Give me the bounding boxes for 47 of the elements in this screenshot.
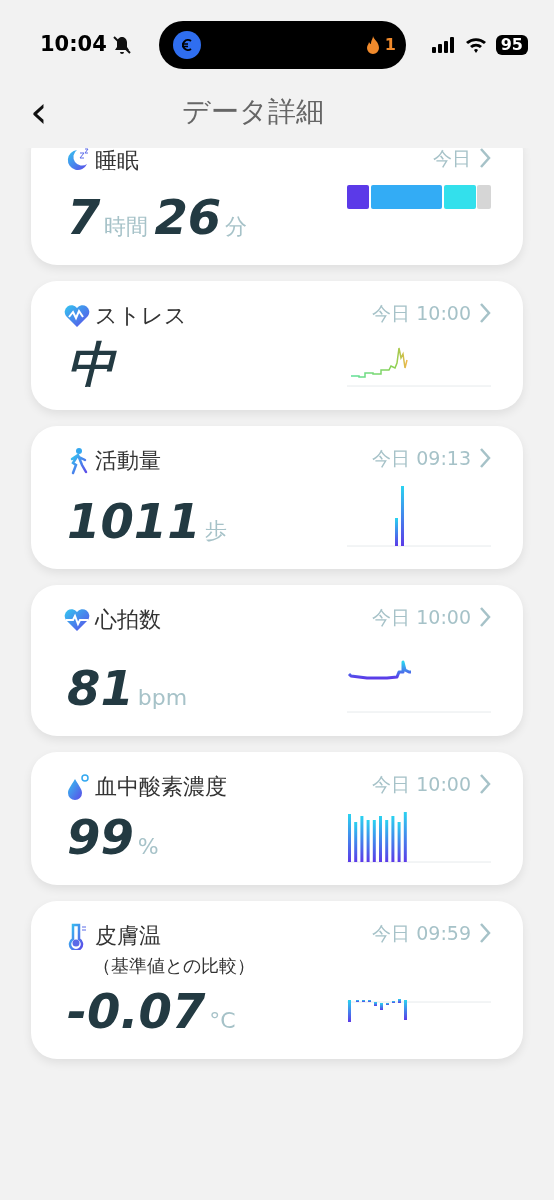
signal-icon xyxy=(431,37,456,53)
chevron-right-icon xyxy=(479,773,491,796)
metric-time: 今日 09:13 xyxy=(372,446,471,471)
metric-card[interactable]: 血中酸素濃度 今日 10:00 99% xyxy=(31,752,523,885)
metric-card[interactable]: 皮膚温 今日 09:59 （基準値との比較） -0.07°C xyxy=(31,901,523,1059)
metric-unit: % xyxy=(137,833,159,861)
metric-value: 中 xyxy=(67,340,115,388)
metric-value: 81 xyxy=(67,664,134,712)
metric-value: 7 xyxy=(67,193,101,241)
metric-time: 今日 09:59 xyxy=(372,921,471,946)
metric-time: 今日 xyxy=(433,148,471,171)
metric-title: ストレス xyxy=(95,302,187,330)
muted-bell-icon xyxy=(110,34,133,56)
metric-value: 99 xyxy=(67,813,134,861)
back-button[interactable]: ‹ xyxy=(24,90,54,134)
clock-time: 10:04 xyxy=(40,31,107,59)
metric-title: 睡眠 xyxy=(95,148,139,175)
metric-time: 今日 10:00 xyxy=(372,605,471,630)
metric-card[interactable]: 睡眠 今日 7時間 26 分 xyxy=(31,148,523,265)
chevron-right-icon xyxy=(479,447,491,470)
metric-unit: 時間 xyxy=(104,213,149,241)
streak-count: 1 xyxy=(384,34,396,56)
metric-time: 今日 10:00 xyxy=(372,301,471,326)
metric-unit: 歩 xyxy=(204,517,227,545)
flame-icon xyxy=(364,35,381,55)
metric-card[interactable]: 活動量 今日 09:13 1011 歩 xyxy=(31,426,523,569)
metric-title: 活動量 xyxy=(95,447,161,475)
metric-value: 26 xyxy=(154,193,222,241)
metric-title: 心拍数 xyxy=(95,606,161,634)
metric-value: 1011 xyxy=(67,497,201,545)
chevron-right-icon xyxy=(479,922,491,945)
metric-subtitle: （基準値との比較） xyxy=(93,954,256,978)
chevron-right-icon xyxy=(479,606,491,629)
euro-sign-icon xyxy=(179,38,194,52)
chevron-right-icon xyxy=(479,302,491,325)
metric-title: 血中酸素濃度 xyxy=(95,773,227,801)
metric-card[interactable]: ストレス 今日 10:00 中 xyxy=(31,281,523,410)
metric-unit: °C xyxy=(209,1007,236,1035)
battery-level: 95 xyxy=(495,35,528,55)
metric-time: 今日 10:00 xyxy=(372,772,471,797)
metric-value: -0.07 xyxy=(67,987,206,1035)
metric-unit: 分 xyxy=(225,213,248,241)
metric-unit: bpm xyxy=(137,684,188,712)
page-title: データ詳細 xyxy=(181,94,324,130)
metric-title: 皮膚温 xyxy=(95,922,161,950)
chevron-right-icon xyxy=(479,148,491,170)
metric-card[interactable]: 心拍数 今日 10:00 81 bpm xyxy=(31,585,523,736)
